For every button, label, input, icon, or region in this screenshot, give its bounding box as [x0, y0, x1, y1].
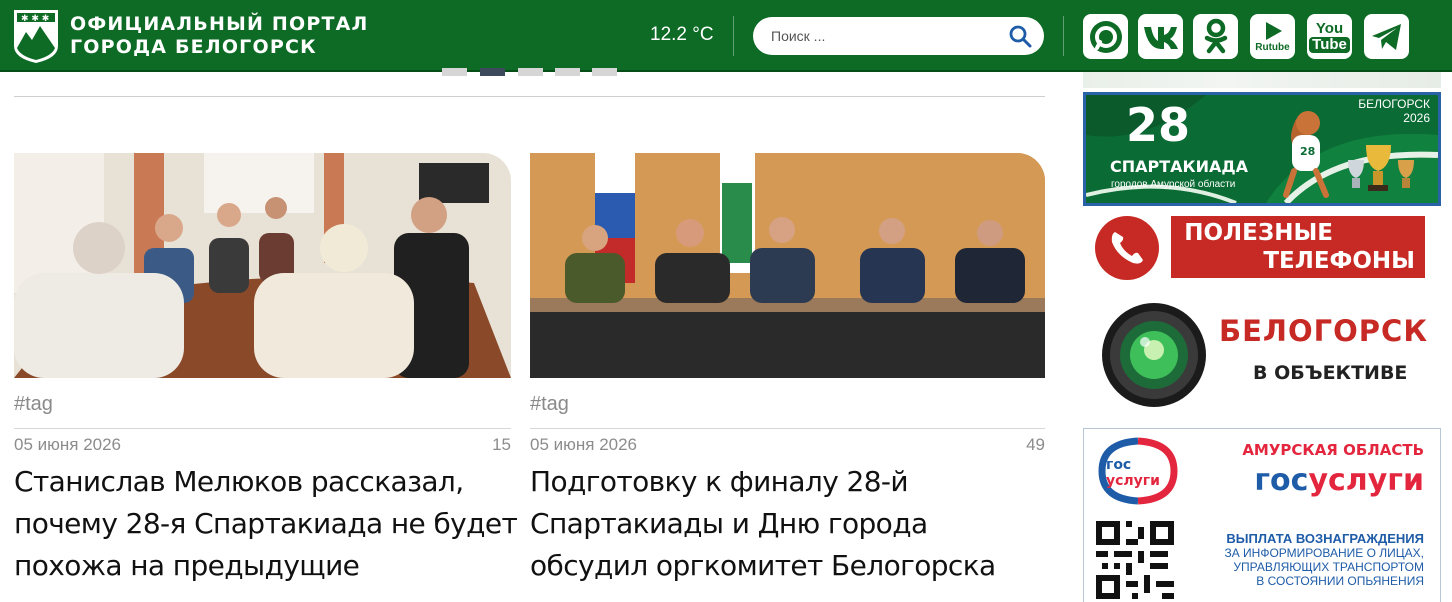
card-divider	[530, 428, 1045, 429]
phone-icon	[1095, 216, 1159, 280]
news-photo-orgcommittee[interactable]	[530, 153, 1045, 378]
news-date: 05 июня 2026	[530, 435, 638, 454]
gosuslugi-text-line2: УПРАВЛЯЮЩИХ ТРАНСПОРТОМ	[1233, 560, 1424, 574]
city-coat-of-arms-logo[interactable]: ✱ ✱ ✱	[12, 8, 60, 64]
gosuslugi-banner[interactable]: гос услуги АМУРСКАЯ ОБЛАСТЬ госуслуги ВЫ…	[1083, 428, 1441, 602]
header-divider	[1063, 16, 1064, 56]
gosuslugi-heading: ВЫПЛАТА ВОЗНАГРАЖДЕНИЯ	[1226, 531, 1424, 546]
site-title[interactable]: ОФИЦИАЛЬНЫЙ ПОРТАЛ ГОРОДА БЕЛОГОРСК	[70, 13, 369, 59]
spartakiad-banner[interactable]: 28 СПАРТАКИАДА городов Амурской области …	[1083, 92, 1441, 206]
spartakiad-number: 28	[1126, 98, 1191, 152]
youtube-label-top: You	[1315, 19, 1344, 37]
page: ✱ ✱ ✱ ОФИЦИАЛЬНЫЙ ПОРТАЛ ГОРОДА БЕЛОГОРС…	[0, 0, 1452, 602]
gosuslugi-logo-top: гос	[1106, 457, 1132, 473]
gosuslugi-logo: гос услуги	[1094, 437, 1182, 507]
phones-line2: ТЕЛЕФОНЫ	[1263, 248, 1415, 274]
search-input[interactable]	[771, 26, 1001, 46]
section-divider	[14, 96, 1045, 97]
card-divider	[14, 428, 511, 429]
search-box	[753, 17, 1044, 55]
useful-phones-banner[interactable]: ПОЛЕЗНЫЕ ТЕЛЕФОНЫ	[1083, 214, 1441, 286]
site-title-line1: ОФИЦИАЛЬНЫЙ ПОРТАЛ	[70, 13, 369, 35]
slider-dot-active[interactable]	[480, 68, 505, 76]
qr-code[interactable]	[1096, 521, 1174, 599]
gosuslugi-brand: госуслуги	[1188, 463, 1424, 499]
rutube-label: Rutube	[1255, 42, 1290, 53]
spartakiad-subtitle: городов Амурской области	[1111, 179, 1236, 190]
gosuslugi-logo-bottom: услуги	[1106, 473, 1160, 489]
slider-dot[interactable]	[592, 68, 617, 76]
spartakiad-city: БЕЛОГОРСК	[1358, 97, 1430, 111]
site-title-line2: ГОРОДА БЕЛОГОРСК	[70, 36, 317, 58]
site-header: ✱ ✱ ✱ ОФИЦИАЛЬНЫЙ ПОРТАЛ ГОРОДА БЕЛОГОРС…	[0, 0, 1452, 72]
max-icon[interactable]	[1083, 14, 1128, 59]
news-title[interactable]: Подготовку к финалу 28-й Спартакиады и Д…	[530, 461, 1035, 587]
gosuslugi-text-line3: В СОСТОЯНИИ ОПЬЯНЕНИЯ	[1256, 574, 1424, 588]
news-photo-meeting[interactable]	[14, 153, 511, 378]
telegram-icon[interactable]	[1364, 14, 1409, 59]
youtube-icon[interactable]: You Tube	[1307, 14, 1352, 59]
news-title[interactable]: Станислав Мелюков рассказал, почему 28-я…	[14, 461, 519, 587]
mascot-bib-number: 28	[1300, 145, 1316, 158]
news-views-count: 49	[1026, 435, 1045, 454]
news-tag[interactable]: #tag	[530, 393, 569, 416]
phones-label: ПОЛЕЗНЫЕ ТЕЛЕФОНЫ	[1171, 216, 1425, 278]
rutube-icon[interactable]: Rutube	[1250, 14, 1295, 59]
gosuslugi-text-line1: ЗА ИНФОРМИРОВАНИЕ О ЛИЦАХ,	[1224, 546, 1424, 560]
spartakiad-city-year: БЕЛОГОРСК 2026	[1358, 97, 1430, 125]
phones-line1: ПОЛЕЗНЫЕ	[1184, 220, 1333, 246]
spartakiad-year: 2026	[1403, 111, 1430, 125]
slider-dot[interactable]	[442, 68, 467, 76]
photo-banner-subtitle: В ОБЪЕКТИВЕ	[1253, 362, 1408, 384]
search-icon[interactable]	[1008, 24, 1032, 48]
slider-dot[interactable]	[555, 68, 580, 76]
header-divider	[733, 16, 734, 56]
gosuslugi-brand-gos: гос	[1254, 463, 1309, 498]
camera-lens-icon	[1101, 302, 1207, 408]
belogorsk-in-lens-banner[interactable]: БЕЛОГОРСК В ОБЪЕКТИВЕ	[1083, 296, 1441, 414]
news-views-count: 15	[492, 435, 511, 454]
gosuslugi-region: АМУРСКАЯ ОБЛАСТЬ	[1242, 441, 1424, 459]
news-date: 05 июня 2026	[14, 435, 122, 454]
slider-dot[interactable]	[518, 68, 543, 76]
gosuslugi-text: ЗА ИНФОРМИРОВАНИЕ О ЛИЦАХ, УПРАВЛЯЮЩИХ Т…	[1184, 546, 1424, 588]
svg-text:✱ ✱ ✱: ✱ ✱ ✱	[21, 14, 49, 24]
news-tag[interactable]: #tag	[14, 393, 53, 416]
youtube-label-bottom: Tube	[1309, 36, 1350, 53]
weather-temperature: 12.2 °C	[650, 24, 714, 45]
vk-icon[interactable]	[1138, 14, 1183, 59]
gosuslugi-brand-uslugi: услуги	[1308, 463, 1424, 498]
photo-banner-title: БЕЛОГОРСК	[1219, 314, 1429, 348]
spartakiad-name: СПАРТАКИАДА	[1110, 157, 1249, 176]
banner-partial-top[interactable]	[1083, 72, 1441, 88]
ok-icon[interactable]	[1193, 14, 1238, 59]
